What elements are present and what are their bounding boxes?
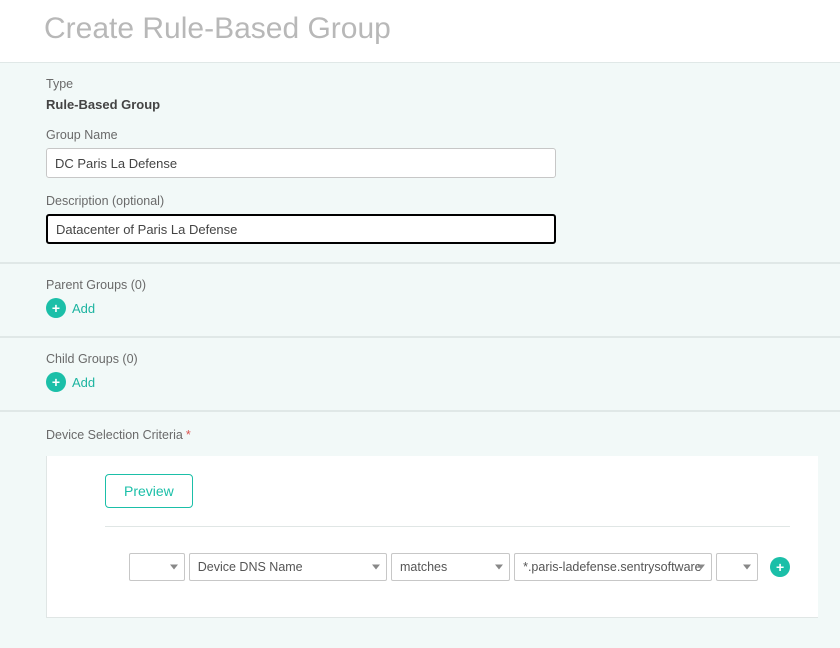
add-child-group-icon[interactable]: + <box>46 372 66 392</box>
required-asterisk-icon: * <box>186 428 191 442</box>
rule-row: Device DNS Name matches *.paris-ladefens… <box>75 553 790 581</box>
criteria-heading: Device Selection Criteria* <box>46 428 818 442</box>
group-name-input[interactable] <box>46 148 556 178</box>
criteria-heading-text: Device Selection Criteria <box>46 428 183 442</box>
description-label: Description (optional) <box>46 194 818 208</box>
basic-info-panel: Type Rule-Based Group Group Name Descrip… <box>0 62 840 263</box>
parent-groups-panel: Parent Groups (0) + Add <box>0 263 840 337</box>
child-groups-panel: Child Groups (0) + Add <box>0 337 840 411</box>
rule-join-select[interactable] <box>129 553 185 581</box>
preview-button[interactable]: Preview <box>105 474 193 508</box>
criteria-body: Preview Device DNS Name matches *.paris-… <box>46 456 818 618</box>
chevron-down-icon <box>170 565 178 570</box>
chevron-down-icon <box>743 565 751 570</box>
rule-value-select[interactable]: *.paris-ladefense.sentrysoftware <box>514 553 712 581</box>
child-groups-heading: Child Groups (0) <box>46 352 818 366</box>
chevron-down-icon <box>697 565 705 570</box>
page-title: Create Rule-Based Group <box>0 0 840 62</box>
add-parent-group-button[interactable]: Add <box>72 301 95 316</box>
type-value: Rule-Based Group <box>46 97 818 112</box>
rule-divider <box>105 526 790 527</box>
group-name-label: Group Name <box>46 128 818 142</box>
rule-value-text: *.paris-ladefense.sentrysoftware <box>523 560 702 574</box>
criteria-panel: Device Selection Criteria* Preview Devic… <box>0 411 840 648</box>
add-child-group-button[interactable]: Add <box>72 375 95 390</box>
rule-field-value: Device DNS Name <box>198 560 303 574</box>
type-label: Type <box>46 77 818 91</box>
description-input[interactable] <box>46 214 556 244</box>
rule-operator-value: matches <box>400 560 447 574</box>
chevron-down-icon <box>372 565 380 570</box>
rule-field-select[interactable]: Device DNS Name <box>189 553 387 581</box>
add-parent-group-icon[interactable]: + <box>46 298 66 318</box>
rule-operator-select[interactable]: matches <box>391 553 510 581</box>
rule-extra-select[interactable] <box>716 553 758 581</box>
add-rule-icon[interactable]: + <box>770 557 790 577</box>
parent-groups-heading: Parent Groups (0) <box>46 278 818 292</box>
chevron-down-icon <box>495 565 503 570</box>
